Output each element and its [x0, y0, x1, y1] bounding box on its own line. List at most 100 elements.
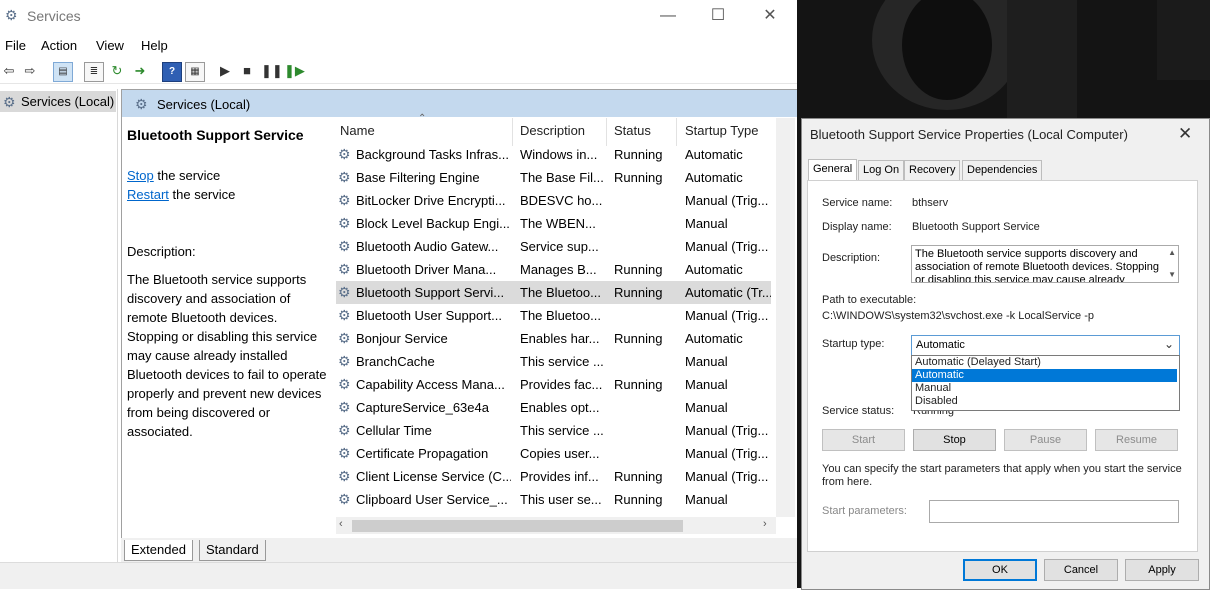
table-row[interactable]: ⚙ Background Tasks Infras... Windows in...…: [336, 143, 771, 166]
startup-option[interactable]: Manual: [912, 382, 1177, 395]
pane-gear-icon: ⚙: [135, 96, 148, 112]
vertical-scrollbar[interactable]: [776, 118, 795, 517]
table-row[interactable]: ⚙ CaptureService_63e4a Enables opt... Manua…: [336, 396, 771, 419]
table-row[interactable]: ⚙ Certificate Propagation Copies user... Ma…: [336, 442, 771, 465]
pane-header-title: Services (Local): [157, 97, 251, 112]
forward-arrow-icon[interactable]: ⇨: [21, 62, 39, 80]
table-row[interactable]: ⚙ Bluetooth Driver Mana... Manages B... Run…: [336, 258, 771, 281]
restart-service-action: Restart the service: [127, 187, 235, 202]
startup-option[interactable]: Disabled: [912, 395, 1177, 408]
tab-extended[interactable]: Extended: [124, 540, 193, 561]
column-header-name[interactable]: Name: [340, 123, 375, 138]
table-row[interactable]: ⚙ Bonjour Service Enables har... Running Aut…: [336, 327, 771, 350]
column-divider[interactable]: [676, 118, 677, 146]
row-cell-status: Running: [614, 170, 663, 185]
table-row[interactable]: ⚙ Bluetooth Audio Gatew... Service sup... M…: [336, 235, 771, 258]
pause-button[interactable]: Pause: [1004, 429, 1087, 451]
row-cell-desc: Provides inf...: [520, 469, 599, 484]
restart-link[interactable]: Restart: [127, 187, 169, 202]
dialog-description-box[interactable]: The Bluetooth service supports discovery…: [911, 245, 1179, 283]
table-row[interactable]: ⚙ BranchCache This service ... Manual: [336, 350, 771, 373]
close-button[interactable]: ✕: [758, 6, 782, 26]
properties-icon[interactable]: ≣: [84, 62, 104, 82]
service-gear-icon: ⚙: [338, 376, 351, 392]
service-status-label: Service status:: [822, 405, 895, 417]
view-icon[interactable]: ▦: [185, 62, 205, 82]
horizontal-scroll-thumb[interactable]: [352, 520, 683, 532]
table-row[interactable]: ⚙ Bluetooth User Support... The Bluetoo...…: [336, 304, 771, 327]
path-value: C:\WINDOWS\system32\svchost.exe -k Local…: [822, 310, 1095, 322]
resume-button[interactable]: Resume: [1095, 429, 1178, 451]
start-params-input[interactable]: [929, 500, 1179, 523]
tab-recovery[interactable]: Recovery: [904, 160, 961, 181]
row-cell-startup: Manual: [685, 216, 728, 231]
row-cell-startup: Automatic: [685, 147, 743, 162]
table-row[interactable]: ⚙ Bluetooth Support Servi... The Bluetoo..…: [336, 281, 771, 304]
row-cell-desc: The Bluetoo...: [520, 285, 601, 300]
help-icon[interactable]: ?: [162, 62, 182, 82]
column-divider[interactable]: [512, 118, 513, 146]
service-gear-icon: ⚙: [338, 215, 351, 231]
export-list-icon[interactable]: ➜: [131, 62, 149, 80]
column-header-description[interactable]: Description: [520, 123, 585, 138]
menu-file[interactable]: File: [5, 38, 26, 53]
scroll-left-icon[interactable]: ‹: [339, 518, 343, 530]
start-service-icon[interactable]: ▶: [216, 62, 234, 80]
services-window: ⚙ Services — ☐ ✕ File Action View Help ⇦…: [0, 0, 799, 589]
startup-type-label: Startup type:: [822, 338, 885, 350]
tab-log-on[interactable]: Log On: [858, 160, 905, 181]
display-name-value: Bluetooth Support Service: [912, 221, 1040, 233]
refresh-icon[interactable]: ↻: [108, 62, 126, 80]
pause-service-icon[interactable]: ❚❚: [261, 62, 283, 80]
table-row[interactable]: ⚙ Block Level Backup Engi... The WBEN... Ma…: [336, 212, 771, 235]
chevron-down-icon[interactable]: ⌄: [1164, 337, 1174, 351]
status-bar: [0, 562, 797, 589]
menu-help[interactable]: Help: [141, 38, 168, 53]
scroll-up-icon[interactable]: ▲: [1168, 246, 1176, 259]
row-cell-startup: Manual (Trig...: [685, 469, 769, 484]
startup-type-select[interactable]: Automatic ⌄: [911, 335, 1180, 356]
menu-view[interactable]: View: [96, 38, 124, 53]
row-cell-startup: Manual: [685, 400, 728, 415]
stop-button[interactable]: Stop: [913, 429, 996, 451]
service-gear-icon: ⚙: [338, 238, 351, 254]
table-row[interactable]: ⚙ Cellular Time This service ... Manual (Tr…: [336, 419, 771, 442]
column-header-status[interactable]: Status: [614, 123, 651, 138]
tab-general[interactable]: General: [808, 159, 858, 180]
table-row[interactable]: ⚙ BitLocker Drive Encrypti... BDESVC ho...…: [336, 189, 771, 212]
start-button[interactable]: Start: [822, 429, 905, 451]
startup-option[interactable]: Automatic: [912, 369, 1177, 382]
table-row[interactable]: ⚙ Capability Access Mana... Provides fac..…: [336, 373, 771, 396]
row-cell-startup: Automatic: [685, 170, 743, 185]
scroll-right-icon[interactable]: ›: [763, 518, 767, 530]
dialog-title: Bluetooth Support Service Properties (Lo…: [810, 127, 1128, 142]
row-cell-desc: This service ...: [520, 354, 604, 369]
stop-service-icon[interactable]: ■: [238, 62, 256, 80]
back-arrow-icon[interactable]: ⇦: [0, 62, 18, 80]
service-gear-icon: ⚙: [338, 491, 351, 507]
tab-standard[interactable]: Standard: [199, 540, 266, 561]
startup-option[interactable]: Automatic (Delayed Start): [912, 356, 1177, 369]
minimize-button[interactable]: —: [656, 6, 680, 26]
table-row[interactable]: ⚙ Base Filtering Engine The Base Fil... Run…: [336, 166, 771, 189]
cancel-button[interactable]: Cancel: [1044, 559, 1118, 581]
show-hide-console-tree-icon[interactable]: ▤: [53, 62, 73, 82]
scroll-down-icon[interactable]: ▼: [1168, 268, 1176, 281]
column-divider[interactable]: [606, 118, 607, 146]
menu-action[interactable]: Action: [41, 38, 77, 53]
dialog-close-icon[interactable]: ✕: [1178, 124, 1192, 144]
service-gear-icon: ⚙: [338, 399, 351, 415]
stop-link[interactable]: Stop: [127, 168, 154, 183]
row-cell-name: Bonjour Service: [356, 331, 448, 346]
service-name-label: Service name:: [822, 197, 893, 209]
table-row[interactable]: ⚙ Clipboard User Service_... This user se.…: [336, 488, 771, 511]
apply-button[interactable]: Apply: [1125, 559, 1199, 581]
ok-button[interactable]: OK: [963, 559, 1037, 581]
table-row[interactable]: ⚙ Client License Service (C... Provides in…: [336, 465, 771, 488]
maximize-button[interactable]: ☐: [706, 6, 730, 26]
column-header-startup-type[interactable]: Startup Type: [685, 123, 758, 138]
tab-dependencies[interactable]: Dependencies: [962, 160, 1043, 181]
row-cell-name: Certificate Propagation: [356, 446, 489, 461]
dialog-description-label: Description:: [822, 252, 881, 264]
restart-service-icon[interactable]: ❚▶: [284, 62, 305, 80]
